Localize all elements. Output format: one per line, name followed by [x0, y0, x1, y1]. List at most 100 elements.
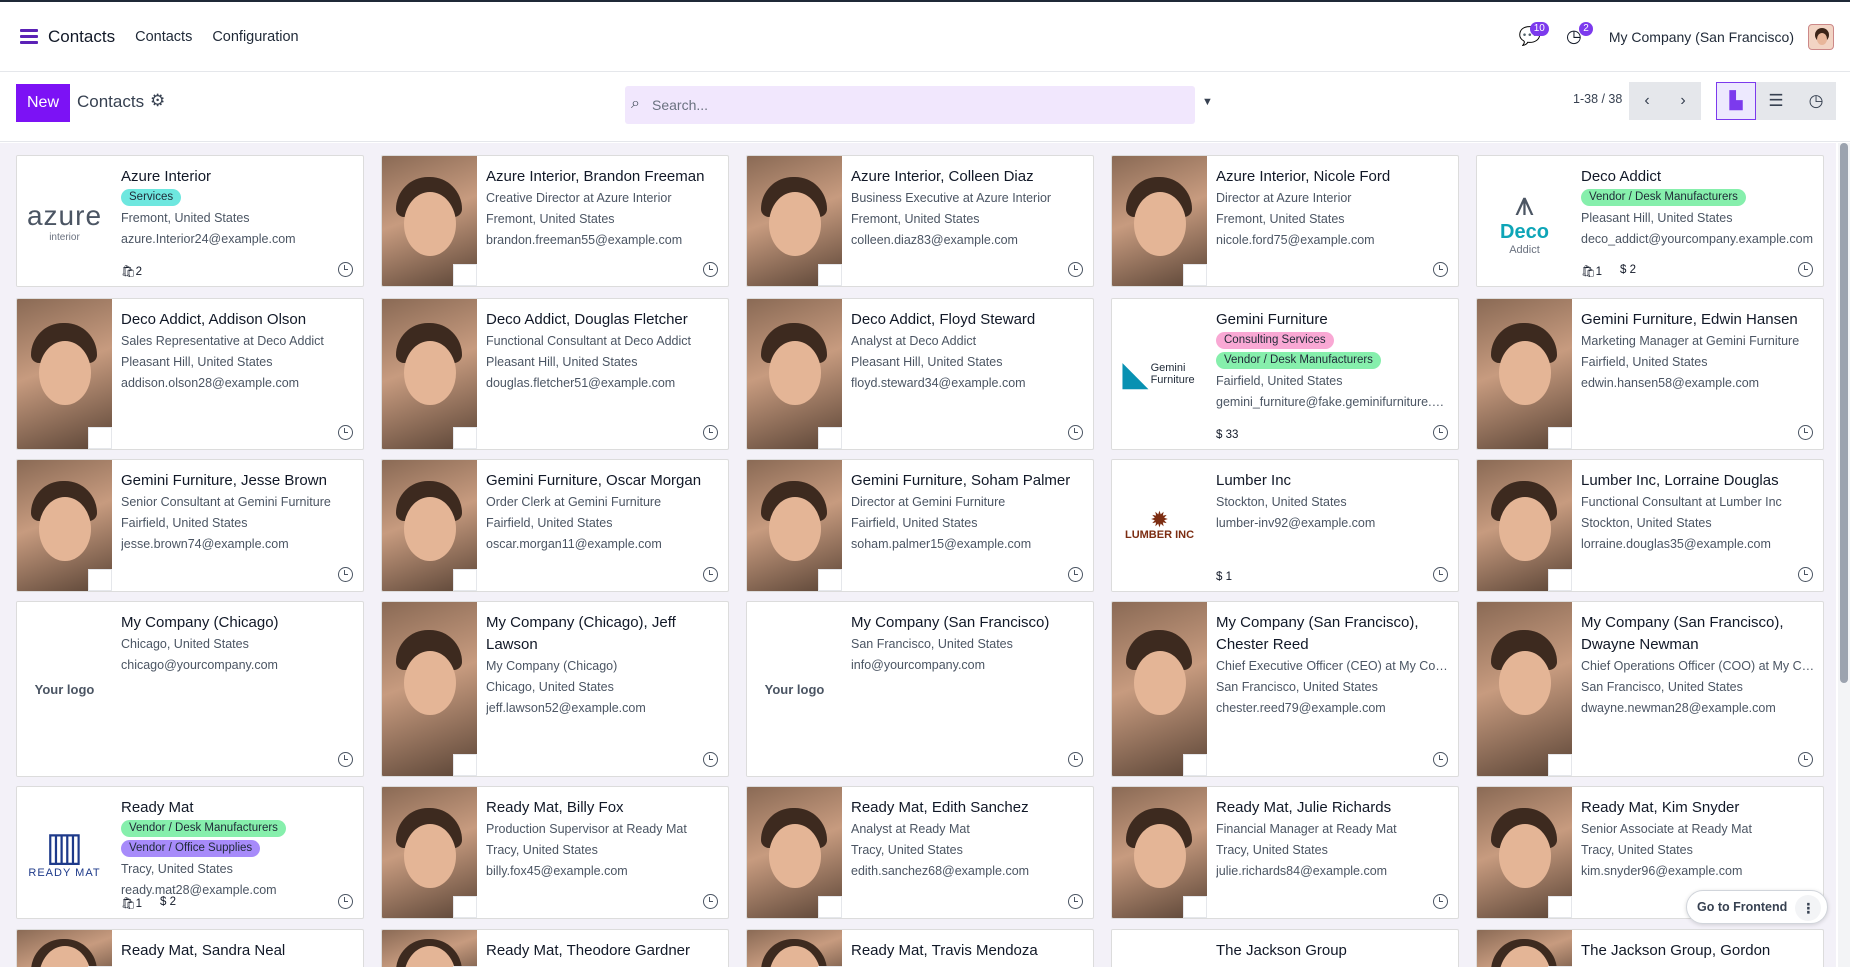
- pager-previous-button[interactable]: ‹: [1629, 82, 1665, 120]
- contact-name[interactable]: Deco Addict, Douglas Fletcher: [486, 309, 720, 331]
- contact-card[interactable]: Lumber Inc, Lorraine Douglas Functional C…: [1476, 459, 1824, 592]
- contact-card[interactable]: Deco Addict, Addison Olson Sales Represen…: [16, 298, 364, 450]
- contact-name[interactable]: Ready Mat, Theodore Gardner: [486, 940, 720, 962]
- scrollbar-thumb[interactable]: [1840, 143, 1848, 683]
- contact-name[interactable]: Gemini Furniture, Oscar Morgan: [486, 470, 720, 492]
- contact-name[interactable]: Azure Interior: [121, 166, 355, 188]
- activity-clock-icon[interactable]: [1433, 425, 1448, 440]
- contact-card[interactable]: Azure Interior, Colleen Diaz Business Exe…: [746, 155, 1094, 287]
- activity-clock-icon[interactable]: [338, 567, 353, 582]
- activity-clock-icon[interactable]: [1433, 894, 1448, 909]
- contact-name[interactable]: Gemini Furniture: [1216, 309, 1450, 331]
- contact-name[interactable]: My Company (Chicago), Jeff Lawson: [486, 612, 720, 656]
- stat-badge[interactable]: 🛍1: [1581, 264, 1602, 278]
- activity-clock-icon[interactable]: [703, 894, 718, 909]
- activity-clock-icon[interactable]: [1798, 262, 1813, 277]
- more-options-icon[interactable]: ⋮: [1795, 895, 1822, 921]
- contact-card[interactable]: Ready Mat, Sandra Neal: [16, 929, 364, 967]
- nav-contacts[interactable]: Contacts: [135, 29, 192, 45]
- contact-card[interactable]: Gemini Furniture, Soham Palmer Director a…: [746, 459, 1094, 592]
- search-input[interactable]: [650, 94, 1170, 116]
- activity-view-button[interactable]: ◷: [1796, 82, 1836, 120]
- contact-card[interactable]: Your logo My Company (San Francisco) San F…: [746, 601, 1094, 777]
- contact-card[interactable]: ◣ Gemini Furniture Gemini Furniture Consult…: [1111, 298, 1459, 450]
- contact-card[interactable]: Gemini Furniture, Edwin Hansen Marketing …: [1476, 298, 1824, 450]
- contact-card[interactable]: ▥ READY MAT Ready Mat Vendor / Desk Manufac…: [16, 786, 364, 919]
- contact-card[interactable]: Azure Interior, Nicole Ford Director at A…: [1111, 155, 1459, 287]
- new-button[interactable]: New: [16, 84, 71, 122]
- activity-clock-icon[interactable]: [1068, 567, 1083, 582]
- kanban-view-button[interactable]: ▙: [1716, 82, 1756, 120]
- activity-clock-icon[interactable]: [1068, 425, 1083, 440]
- pager-next-button[interactable]: ›: [1665, 82, 1701, 120]
- contact-card[interactable]: Ready Mat, Julie Richards Financial Manag…: [1111, 786, 1459, 919]
- activity-clock-icon[interactable]: [703, 262, 718, 277]
- activity-clock-icon[interactable]: [338, 425, 353, 440]
- activity-clock-icon[interactable]: [703, 567, 718, 582]
- contact-card[interactable]: ✹ LUMBER INC Lumber Inc Stockton, United St…: [1111, 459, 1459, 592]
- nav-configuration[interactable]: Configuration: [212, 29, 298, 45]
- contact-card[interactable]: My Company (San Francisco), Chester Reed…: [1111, 601, 1459, 777]
- contact-card[interactable]: Azure Interior, Brandon Freeman Creative …: [381, 155, 729, 287]
- contact-card[interactable]: azure interior Azure Interior Services Fremo…: [16, 155, 364, 287]
- contact-name[interactable]: Ready Mat, Kim Snyder: [1581, 797, 1815, 819]
- contact-name[interactable]: Ready Mat, Julie Richards: [1216, 797, 1450, 819]
- contact-name[interactable]: Ready Mat, Travis Mendoza: [851, 940, 1085, 962]
- activity-clock-icon[interactable]: [1068, 752, 1083, 767]
- apps-menu-icon[interactable]: [20, 29, 38, 44]
- contact-name[interactable]: My Company (San Francisco): [851, 612, 1085, 634]
- gear-icon[interactable]: ⚙: [150, 91, 165, 111]
- contact-card[interactable]: Deco Addict, Douglas Fletcher Functional …: [381, 298, 729, 450]
- activity-clock-icon[interactable]: [1798, 752, 1813, 767]
- contact-card[interactable]: ⩚ Deco Addict Deco Addict Vendor / Desk Manu…: [1476, 155, 1824, 287]
- contact-name[interactable]: The Jackson Group, Gordon: [1581, 940, 1815, 962]
- contact-card[interactable]: Gemini Furniture, Jesse Brown Senior Cons…: [16, 459, 364, 592]
- activity-clock-icon[interactable]: [1433, 752, 1448, 767]
- pager-value[interactable]: 1-38 / 38: [1573, 92, 1622, 106]
- contact-card[interactable]: Ready Mat, Travis Mendoza: [746, 929, 1094, 967]
- app-name[interactable]: Contacts: [48, 27, 115, 47]
- go-to-frontend-button[interactable]: Go to Frontend ⋮: [1686, 890, 1829, 924]
- stat-badge[interactable]: $ 2: [160, 896, 176, 910]
- list-view-button[interactable]: ☰: [1756, 82, 1796, 120]
- scrollbar[interactable]: [1838, 143, 1850, 967]
- contact-name[interactable]: Azure Interior, Brandon Freeman: [486, 166, 720, 188]
- contact-name[interactable]: Azure Interior, Nicole Ford: [1216, 166, 1450, 188]
- contact-name[interactable]: Deco Addict: [1581, 166, 1815, 188]
- contact-card[interactable]: Ready Mat, Theodore Gardner: [381, 929, 729, 967]
- activity-clock-icon[interactable]: [338, 894, 353, 909]
- stat-badge[interactable]: $ 33: [1216, 429, 1238, 441]
- stat-badge[interactable]: 🛍2: [121, 264, 142, 278]
- contact-name[interactable]: Lumber Inc: [1216, 470, 1450, 492]
- contact-name[interactable]: Ready Mat: [121, 797, 355, 819]
- contact-card[interactable]: Ready Mat, Edith Sanchez Analyst at Ready…: [746, 786, 1094, 919]
- contact-card[interactable]: My Company (San Francisco), Dwayne Newma…: [1476, 601, 1824, 777]
- contact-card[interactable]: My Company (Chicago), Jeff Lawson My Comp…: [381, 601, 729, 777]
- contact-name[interactable]: My Company (San Francisco), Dwayne Newma…: [1581, 612, 1815, 656]
- contact-card[interactable]: Ready Mat, Billy Fox Production Superviso…: [381, 786, 729, 919]
- contact-name[interactable]: Azure Interior, Colleen Diaz: [851, 166, 1085, 188]
- company-switcher[interactable]: My Company (San Francisco): [1609, 29, 1794, 45]
- contact-name[interactable]: My Company (Chicago): [121, 612, 355, 634]
- contact-name[interactable]: Lumber Inc, Lorraine Douglas: [1581, 470, 1815, 492]
- activity-clock-icon[interactable]: [338, 262, 353, 277]
- contact-name[interactable]: Ready Mat, Sandra Neal: [121, 940, 355, 962]
- chat-button[interactable]: 💬 10: [1515, 21, 1549, 52]
- stat-badge[interactable]: $ 1: [1216, 571, 1232, 583]
- activity-clock-icon[interactable]: [1433, 567, 1448, 582]
- activity-clock-icon[interactable]: [703, 425, 718, 440]
- contact-name[interactable]: My Company (San Francisco), Chester Reed: [1216, 612, 1450, 656]
- contact-name[interactable]: Ready Mat, Edith Sanchez: [851, 797, 1085, 819]
- contact-name[interactable]: Ready Mat, Billy Fox: [486, 797, 720, 819]
- contact-card[interactable]: Your logo My Company (Chicago) Chicago, Un…: [16, 601, 364, 777]
- activity-clock-icon[interactable]: [1798, 425, 1813, 440]
- user-avatar[interactable]: [1808, 23, 1834, 50]
- contact-card[interactable]: Deco Addict, Floyd Steward Analyst at Dec…: [746, 298, 1094, 450]
- contact-card[interactable]: The Jackson Group, Gordon: [1476, 929, 1824, 967]
- activity-clock-icon[interactable]: [1068, 262, 1083, 277]
- activity-clock-icon[interactable]: [1433, 262, 1448, 277]
- stat-badge[interactable]: 🛍1: [121, 896, 142, 910]
- stat-badge[interactable]: $ 2: [1620, 264, 1636, 278]
- contact-card[interactable]: The Jackson Group: [1111, 929, 1459, 967]
- contact-card[interactable]: Gemini Furniture, Oscar Morgan Order Cler…: [381, 459, 729, 592]
